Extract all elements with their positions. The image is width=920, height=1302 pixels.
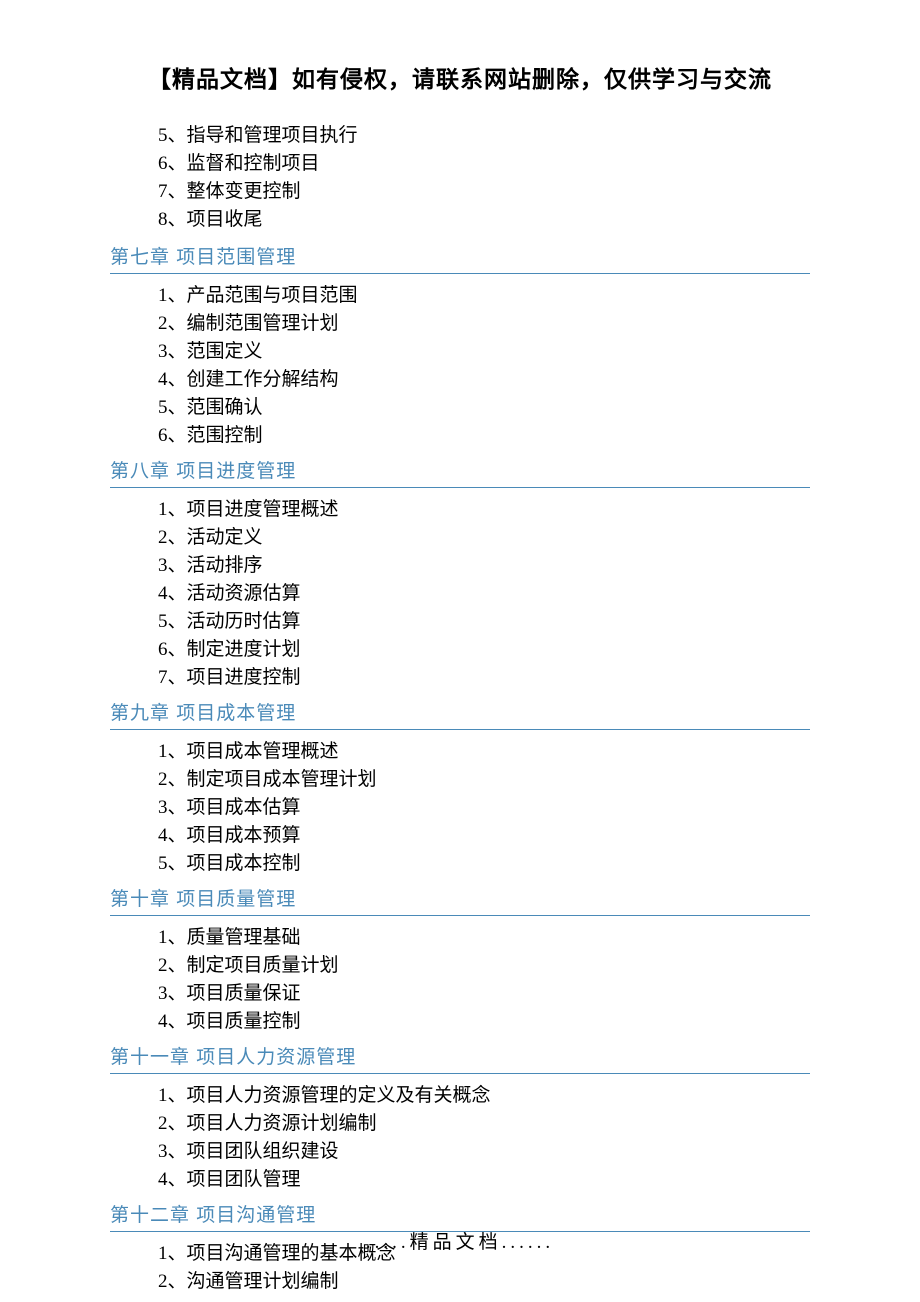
- page-footer: .....精品文档......: [0, 1227, 920, 1254]
- list-item: 1、项目进度管理概述: [158, 496, 810, 524]
- list-item: 1、质量管理基础: [158, 924, 810, 952]
- list-item: 5、项目成本控制: [158, 850, 810, 878]
- list-item: 3、范围定义: [158, 338, 810, 366]
- list-item: 6、范围控制: [158, 422, 810, 450]
- list-item: 4、创建工作分解结构: [158, 366, 810, 394]
- chapter-divider: [110, 487, 810, 488]
- list-item: 4、项目质量控制: [158, 1008, 810, 1036]
- chapter-items: 1、项目人力资源管理的定义及有关概念2、项目人力资源计划编制3、项目团队组织建设…: [110, 1082, 810, 1194]
- list-item: 2、编制范围管理计划: [158, 310, 810, 338]
- list-item: 7、整体变更控制: [158, 178, 810, 206]
- chapter-title: 第十二章 项目沟通管理: [110, 1200, 810, 1229]
- list-item: 3、项目成本估算: [158, 794, 810, 822]
- pre-chapter-items: 5、指导和管理项目执行6、监督和控制项目7、整体变更控制8、项目收尾: [110, 122, 810, 234]
- chapter-title: 第七章 项目范围管理: [110, 242, 810, 271]
- list-item: 4、活动资源估算: [158, 580, 810, 608]
- list-item: 5、活动历时估算: [158, 608, 810, 636]
- chapter-divider: [110, 1073, 810, 1074]
- chapter-section: 第八章 项目进度管理 1、项目进度管理概述2、活动定义3、活动排序4、活动资源估算…: [110, 456, 810, 692]
- list-item: 4、项目成本预算: [158, 822, 810, 850]
- chapter-items: 1、项目成本管理概述2、制定项目成本管理计划3、项目成本估算4、项目成本预算5、…: [110, 738, 810, 878]
- chapter-title: 第九章 项目成本管理: [110, 698, 810, 727]
- chapter-title: 第八章 项目进度管理: [110, 456, 810, 485]
- chapter-section: 第七章 项目范围管理 1、产品范围与项目范围2、编制范围管理计划3、范围定义4、创…: [110, 242, 810, 450]
- document-page: 【精品文档】如有侵权，请联系网站删除，仅供学习与交流 5、指导和管理项目执行6、…: [0, 0, 920, 1296]
- list-item: 2、制定项目成本管理计划: [158, 766, 810, 794]
- list-item: 1、项目人力资源管理的定义及有关概念: [158, 1082, 810, 1110]
- chapter-divider: [110, 273, 810, 274]
- list-item: 2、项目人力资源计划编制: [158, 1110, 810, 1138]
- chapter-divider: [110, 729, 810, 730]
- chapter-section: 第九章 项目成本管理 1、项目成本管理概述2、制定项目成本管理计划3、项目成本估算…: [110, 698, 810, 878]
- chapter-items: 1、产品范围与项目范围2、编制范围管理计划3、范围定义4、创建工作分解结构5、范…: [110, 282, 810, 450]
- chapter-items: 1、项目进度管理概述2、活动定义3、活动排序4、活动资源估算5、活动历时估算6、…: [110, 496, 810, 692]
- list-item: 3、项目团队组织建设: [158, 1138, 810, 1166]
- list-item: 5、指导和管理项目执行: [158, 122, 810, 150]
- list-item: 7、项目进度控制: [158, 664, 810, 692]
- chapter-items: 1、质量管理基础2、制定项目质量计划3、项目质量保证4、项目质量控制: [110, 924, 810, 1036]
- list-item: 2、活动定义: [158, 524, 810, 552]
- list-item: 2、沟通管理计划编制: [158, 1268, 810, 1296]
- chapter-section: 第十一章 项目人力资源管理 1、项目人力资源管理的定义及有关概念2、项目人力资源计…: [110, 1042, 810, 1194]
- list-item: 6、制定进度计划: [158, 636, 810, 664]
- chapter-section: 第十章 项目质量管理 1、质量管理基础2、制定项目质量计划3、项目质量保证4、项目…: [110, 884, 810, 1036]
- list-item: 1、项目成本管理概述: [158, 738, 810, 766]
- list-item: 5、范围确认: [158, 394, 810, 422]
- chapter-divider: [110, 915, 810, 916]
- list-item: 3、项目质量保证: [158, 980, 810, 1008]
- chapter-title: 第十一章 项目人力资源管理: [110, 1042, 810, 1071]
- list-item: 3、活动排序: [158, 552, 810, 580]
- list-item: 1、产品范围与项目范围: [158, 282, 810, 310]
- page-header: 【精品文档】如有侵权，请联系网站删除，仅供学习与交流: [110, 60, 810, 94]
- chapter-title: 第十章 项目质量管理: [110, 884, 810, 913]
- list-item: 4、项目团队管理: [158, 1166, 810, 1194]
- list-item: 8、项目收尾: [158, 206, 810, 234]
- list-item: 6、监督和控制项目: [158, 150, 810, 178]
- list-item: 2、制定项目质量计划: [158, 952, 810, 980]
